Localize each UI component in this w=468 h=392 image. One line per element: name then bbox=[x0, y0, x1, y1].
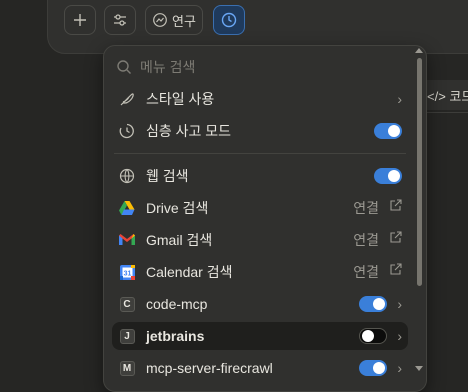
svg-text:31: 31 bbox=[123, 270, 131, 277]
connect-label[interactable]: 연결 bbox=[353, 198, 379, 218]
menu-item-label: Drive 검색 bbox=[146, 200, 209, 216]
clock-icon bbox=[221, 12, 237, 28]
menu-item-gmail-search[interactable]: Gmail 검색 연결 bbox=[112, 226, 408, 254]
trend-icon bbox=[153, 13, 167, 27]
menu-item-label: 심층 사고 모드 bbox=[146, 123, 232, 139]
sliders-icon bbox=[114, 14, 126, 26]
web-search-toggle[interactable] bbox=[374, 168, 402, 184]
search-icon bbox=[117, 60, 131, 74]
google-drive-icon bbox=[118, 199, 136, 217]
code-snippet-label: </> 코드 bbox=[427, 89, 468, 104]
toggle-knob bbox=[388, 170, 400, 182]
chevron-right-icon[interactable]: › bbox=[397, 360, 402, 376]
external-link-icon bbox=[389, 263, 402, 281]
menu-item-mcp-server-firecrawl[interactable]: M mcp-server-firecrawl › bbox=[112, 354, 408, 382]
menu-item-label: 웹 검색 bbox=[146, 168, 189, 184]
server-badge: J bbox=[119, 328, 135, 344]
extended-thinking-toggle[interactable] bbox=[374, 123, 402, 139]
menu-search-placeholder: 메뉴 검색 bbox=[140, 59, 196, 75]
menu-search[interactable]: 메뉴 검색 bbox=[116, 56, 195, 78]
gmail-icon bbox=[118, 231, 136, 249]
menu-item-calendar-search[interactable]: 31 Calendar 검색 연결 bbox=[112, 258, 408, 286]
menu-item-label: jetbrains bbox=[146, 328, 205, 344]
firecrawl-toggle[interactable] bbox=[359, 360, 388, 376]
extended-thinking-button[interactable] bbox=[213, 5, 245, 35]
menu-item-label: mcp-server-firecrawl bbox=[146, 360, 273, 376]
add-button[interactable] bbox=[64, 5, 96, 35]
menu-divider bbox=[114, 153, 406, 154]
plus-icon bbox=[74, 14, 86, 26]
toggle-knob bbox=[362, 330, 375, 342]
research-button[interactable]: 연구 bbox=[145, 5, 203, 35]
menu-item-label: 스타일 사용 bbox=[146, 91, 215, 107]
research-label: 연구 bbox=[172, 13, 196, 29]
scroll-down-arrow[interactable] bbox=[415, 366, 423, 371]
connect-label[interactable]: 연결 bbox=[353, 262, 379, 282]
external-link-icon bbox=[389, 199, 402, 217]
menu-item-style[interactable]: 스타일 사용 › bbox=[112, 85, 408, 113]
menu-item-label: Calendar 검색 bbox=[146, 264, 233, 280]
chevron-right-icon[interactable]: › bbox=[397, 328, 402, 344]
menu-item-drive-search[interactable]: Drive 검색 연결 bbox=[112, 194, 408, 222]
chevron-right-icon[interactable]: › bbox=[397, 296, 402, 312]
clock-icon bbox=[118, 122, 136, 140]
toggle-knob bbox=[388, 125, 400, 137]
connect-label[interactable]: 연결 bbox=[353, 230, 379, 250]
menu-item-code-mcp[interactable]: C code-mcp › bbox=[112, 290, 408, 318]
feather-icon bbox=[118, 90, 136, 108]
google-calendar-icon: 31 bbox=[118, 263, 136, 281]
toggle-knob bbox=[373, 298, 386, 310]
server-badge: M bbox=[119, 360, 135, 376]
toggle-knob bbox=[373, 362, 386, 374]
scroll-up-arrow[interactable] bbox=[415, 48, 423, 53]
chevron-right-icon: › bbox=[397, 91, 402, 107]
menu-scrollbar[interactable] bbox=[417, 58, 422, 286]
menu-item-label: Gmail 검색 bbox=[146, 232, 213, 248]
external-link-icon bbox=[389, 231, 402, 249]
menu-item-label: code-mcp bbox=[146, 296, 208, 312]
server-badge: C bbox=[119, 296, 135, 312]
tools-menu: 메뉴 검색 스타일 사용 › 심층 사고 모드 웹 검색 Drive 검색 연결 bbox=[103, 45, 427, 392]
tools-button[interactable] bbox=[104, 5, 136, 35]
jetbrains-toggle[interactable] bbox=[359, 328, 388, 344]
menu-item-web-search[interactable]: 웹 검색 bbox=[112, 162, 408, 190]
code-mcp-toggle[interactable] bbox=[359, 296, 388, 312]
globe-icon bbox=[118, 167, 136, 185]
menu-item-jetbrains[interactable]: J jetbrains › bbox=[112, 322, 408, 350]
menu-item-extended-thinking[interactable]: 심층 사고 모드 bbox=[112, 117, 408, 145]
